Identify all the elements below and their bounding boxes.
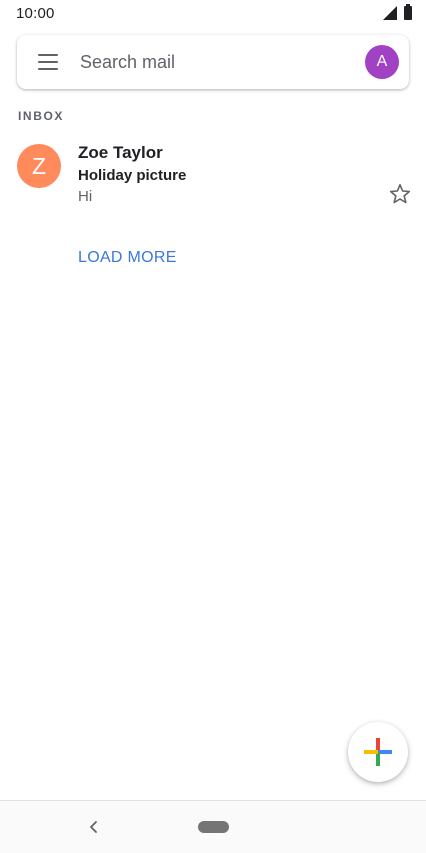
search-input[interactable] (78, 50, 342, 74)
compose-button[interactable] (348, 722, 408, 782)
account-avatar[interactable]: A (365, 45, 399, 79)
email-sender: Zoe Taylor (78, 143, 163, 162)
email-list-item[interactable]: Z Zoe Taylor Holiday picture Hi (0, 133, 426, 217)
star-icon[interactable] (388, 182, 412, 206)
sender-initial: Z (31, 152, 47, 179)
home-pill-icon[interactable] (198, 821, 229, 833)
signal-icon (383, 6, 397, 20)
account-initial: A (376, 53, 388, 70)
inbox-label: INBOX (18, 109, 65, 123)
plus-icon (364, 738, 392, 766)
navigation-bar (0, 800, 426, 853)
sender-avatar: Z (17, 144, 61, 188)
menu-icon[interactable] (38, 54, 58, 70)
email-snippet: Hi (78, 188, 93, 205)
email-subject: Holiday picture (78, 167, 187, 184)
load-more-button[interactable]: LOAD MORE (78, 249, 177, 267)
status-bar: 10:00 (0, 0, 426, 28)
status-time: 10:00 (16, 5, 55, 22)
back-icon[interactable] (84, 815, 102, 839)
status-icons (383, 4, 412, 20)
battery-icon (404, 4, 412, 20)
search-bar[interactable]: A (17, 35, 409, 89)
